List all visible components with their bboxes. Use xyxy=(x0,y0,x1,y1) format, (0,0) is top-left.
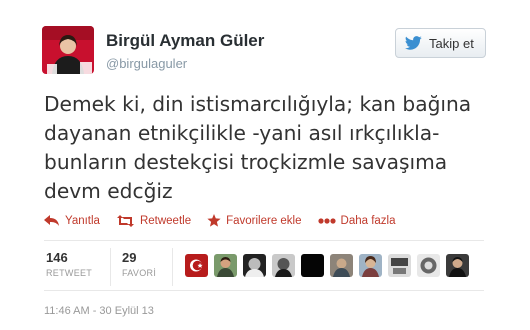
favorite-button[interactable]: Favorilere ekle xyxy=(207,214,302,227)
divider xyxy=(44,290,484,291)
reply-icon xyxy=(44,214,59,226)
favoriters-avatars xyxy=(185,254,475,277)
stat-separator xyxy=(172,248,173,286)
retweet-label: Retweetle xyxy=(139,214,192,227)
retweet-button[interactable]: Retweetle xyxy=(116,214,192,227)
user-avatar[interactable] xyxy=(446,254,469,277)
user-avatar[interactable] xyxy=(388,254,411,277)
user-avatar[interactable] xyxy=(330,254,353,277)
reply-label: Yanıtla xyxy=(65,214,100,227)
tweet-text: Demek ki, din istismarcılığıyla; kan bağ… xyxy=(44,92,472,203)
star-icon xyxy=(207,214,221,227)
favorite-count: 29 xyxy=(122,250,137,265)
retweet-stat[interactable]: 146 RETWEET xyxy=(46,250,92,278)
twitter-bird-icon xyxy=(404,35,422,50)
retweet-icon xyxy=(116,214,134,227)
more-dots-icon xyxy=(317,217,336,224)
retweet-count: 146 xyxy=(46,250,68,265)
user-avatar[interactable] xyxy=(359,254,382,277)
favorite-stat-label: FAVORİ xyxy=(122,268,157,278)
divider xyxy=(44,240,484,241)
tweet-actions: Yanıtla Retweetle Favorilere ekle Daha f… xyxy=(44,214,412,227)
user-avatar[interactable] xyxy=(185,254,208,277)
more-button[interactable]: Daha fazla xyxy=(317,214,396,227)
retweet-stat-label: RETWEET xyxy=(46,268,93,278)
user-avatar[interactable] xyxy=(243,254,266,277)
user-avatar[interactable] xyxy=(272,254,295,277)
user-avatar[interactable] xyxy=(417,254,440,277)
follow-label: Takip et xyxy=(429,35,474,51)
author-name[interactable]: Birgül Ayman Güler xyxy=(106,31,264,51)
tweet-card: Birgül Ayman Güler @birgulaguler Takip e… xyxy=(0,0,530,330)
more-label: Daha fazla xyxy=(340,214,396,227)
tweet-timestamp[interactable]: 11:46 AM - 30 Eylül 13 xyxy=(44,305,154,317)
stat-separator xyxy=(110,248,111,286)
favorite-label: Favorilere ekle xyxy=(226,214,302,227)
reply-button[interactable]: Yanıtla xyxy=(44,214,100,227)
user-avatar[interactable] xyxy=(214,254,237,277)
favorite-stat[interactable]: 29 FAVORİ xyxy=(122,250,156,278)
author-avatar[interactable] xyxy=(42,26,94,74)
user-avatar[interactable] xyxy=(301,254,324,277)
author-handle[interactable]: @birgulaguler xyxy=(106,56,187,71)
follow-button[interactable]: Takip et xyxy=(395,28,486,58)
